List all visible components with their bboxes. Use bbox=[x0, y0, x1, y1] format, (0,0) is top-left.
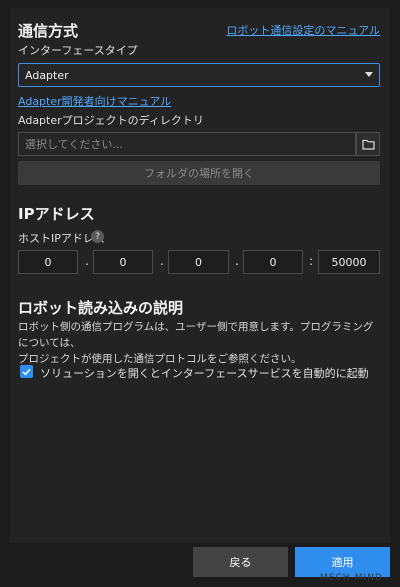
interface-type-select[interactable]: Adapter bbox=[18, 63, 380, 87]
robot-description-line-1: ロボット側の通信プログラムは、ユーザー側で用意します。プログラミングについては、 bbox=[18, 321, 374, 349]
chevron-down-icon bbox=[365, 72, 373, 77]
adapter-dev-manual-link[interactable]: Adapter開発者向けマニュアル bbox=[18, 93, 171, 109]
port-input[interactable]: 50000 bbox=[318, 250, 380, 274]
robot-section-title: ロボット読み込みの説明 bbox=[18, 299, 184, 317]
ip-dot-separator: . bbox=[85, 254, 89, 268]
checkmark-icon bbox=[22, 368, 31, 375]
auto-start-label[interactable]: ソリューションを開くとインターフェースサービスを自動的に起動 bbox=[40, 365, 369, 381]
robot-description: ロボット側の通信プログラムは、ユーザー側で用意します。プログラミングについては、… bbox=[18, 319, 382, 367]
adapter-dir-placeholder: 選択してください... bbox=[25, 138, 123, 151]
open-folder-button[interactable]: フォルダの場所を開く bbox=[18, 161, 380, 185]
ip-octet-4[interactable]: 0 bbox=[243, 250, 303, 274]
adapter-dir-input[interactable]: 選択してください... bbox=[18, 132, 356, 156]
ip-section-title: IPアドレス bbox=[18, 205, 95, 223]
ip-octet-3[interactable]: 0 bbox=[168, 250, 229, 274]
robot-comm-manual-link[interactable]: ロボット通信設定のマニュアル bbox=[226, 22, 380, 38]
ip-octet-2[interactable]: 0 bbox=[93, 250, 153, 274]
ip-dot-separator: . bbox=[235, 254, 239, 268]
browse-folder-button[interactable] bbox=[356, 132, 380, 156]
interface-type-value: Adapter bbox=[25, 68, 69, 82]
settings-panel: 通信方式 ロボット通信設定のマニュアル インターフェースタイプ Adapter … bbox=[10, 8, 390, 543]
help-icon[interactable]: ? bbox=[91, 230, 104, 243]
adapter-dir-label: Adapterプロジェクトのディレクトリ bbox=[18, 114, 204, 127]
ip-colon-separator: : bbox=[309, 254, 314, 268]
back-button[interactable]: 戻る bbox=[193, 547, 288, 577]
ip-dot-separator: . bbox=[160, 254, 164, 268]
folder-icon bbox=[361, 139, 375, 150]
watermark-logo: MECH-MIND bbox=[320, 573, 383, 583]
comm-section-title: 通信方式 bbox=[18, 22, 79, 40]
auto-start-checkbox[interactable] bbox=[20, 365, 33, 378]
ip-octet-1[interactable]: 0 bbox=[18, 250, 78, 274]
interface-type-label: インターフェースタイプ bbox=[18, 44, 138, 57]
